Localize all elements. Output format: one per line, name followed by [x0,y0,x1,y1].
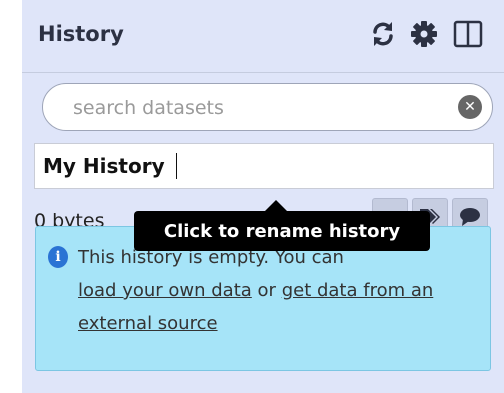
history-content: ✕ My History 0 bytes i This history is [22,73,504,393]
clear-search-icon[interactable]: ✕ [458,95,482,119]
refresh-icon[interactable] [365,16,401,52]
columns-icon[interactable] [450,16,486,52]
search-box: ✕ [42,83,493,131]
history-header: History [22,0,504,73]
panel-title: History [38,22,124,46]
rename-tooltip: Click to rename history [134,211,430,251]
search-input[interactable] [71,92,455,124]
gear-icon[interactable] [406,16,442,52]
text-cursor [176,153,177,179]
message-or: or [257,280,276,301]
load-data-link[interactable]: load your own data [78,280,252,301]
info-icon: i [48,246,68,268]
tooltip-arrow [265,200,287,211]
history-name-field[interactable]: My History [34,143,494,189]
history-panel: History search datasets ✕ My History 0 b… [22,0,504,393]
empty-message-text: This history is empty. You can load your… [78,241,478,340]
history-name[interactable]: My History [43,154,165,178]
